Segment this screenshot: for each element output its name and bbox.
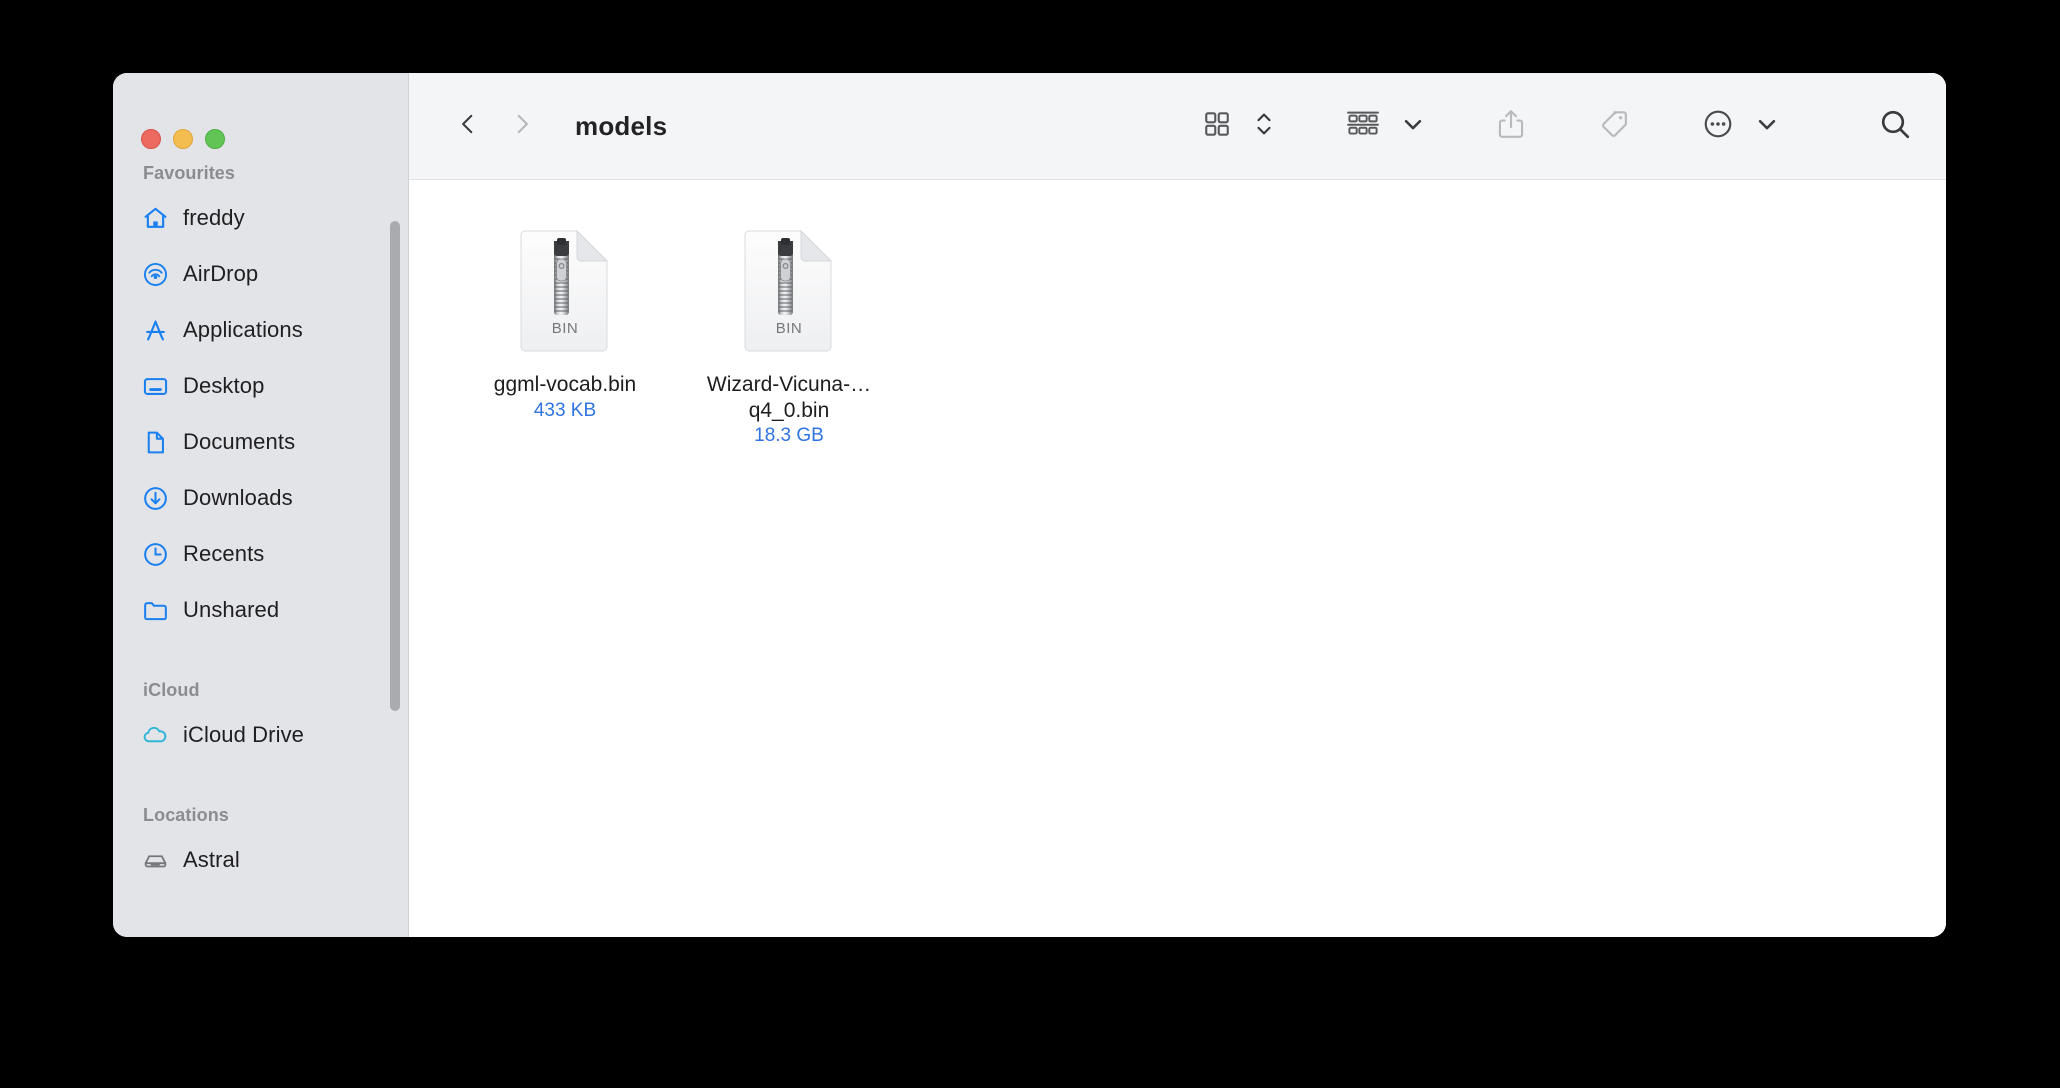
toolbar-left-group: models [441,99,667,153]
sidebar-item-label: Unshared [183,597,280,622]
sidebar-item-airdrop[interactable]: AirDrop [113,246,408,302]
toolbar-right-group [1196,98,1918,154]
sidebar-item-label: AirDrop [183,261,259,286]
sidebar-item-astral[interactable]: Astral [113,832,408,888]
sidebar-item-documents[interactable]: Documents [113,414,408,470]
maximize-button[interactable] [205,129,225,149]
view-grid-button[interactable] [1196,98,1238,154]
main-area: models BIN ggml-vocab.bin 433 KB BIN Wiz… [409,73,1946,937]
forward-button[interactable] [495,99,549,153]
sidebar-item-applications[interactable]: Applications [113,302,408,358]
back-button[interactable] [441,99,495,153]
chevron-left-icon [455,109,481,144]
sidebar-item-icloud-drive[interactable]: iCloud Drive [113,707,408,763]
sidebar-item-label: Downloads [183,485,293,510]
bin-file-icon: BIN [509,228,621,356]
sidebar-item-desktop[interactable]: Desktop [113,358,408,414]
file-item[interactable]: BIN ggml-vocab.bin 433 KB [453,220,677,447]
document-icon [141,428,169,456]
sidebar-item-label: Documents [183,429,296,454]
external-drive-icon [141,846,169,874]
sidebar-item-unshared[interactable]: Unshared [113,582,408,638]
bin-file-icon: BIN [733,228,845,356]
sidebar-section-icloud-title: iCloud [143,680,200,700]
cloud-icon [141,721,169,749]
group-by-chevron[interactable] [1396,98,1430,154]
sidebar-section-locations-title: Locations [143,805,229,825]
group-by-button[interactable] [1340,98,1386,154]
svg-text:BIN: BIN [552,320,579,337]
tag-icon [1598,108,1630,145]
sidebar-item-label: freddy [183,205,245,230]
share-button[interactable] [1490,98,1532,154]
sidebar-scroll-area: Favourites freddy AirDrop Applications D… [113,163,408,888]
applications-icon [141,316,169,344]
finder-window: Favourites freddy AirDrop Applications D… [113,73,1946,937]
sidebar-item-label: iCloud Drive [183,722,305,747]
folder-icon [141,596,169,624]
svg-text:BIN: BIN [776,320,803,337]
sidebar-item-label: Desktop [183,373,265,398]
file-size: 433 KB [533,399,597,421]
more-options-button[interactable] [1696,98,1740,154]
desktop-background: Favourites freddy AirDrop Applications D… [0,0,2060,1088]
file-name: ggml-vocab.bin [493,373,637,396]
sidebar-section-favourites-title: Favourites [143,163,236,183]
airdrop-icon [141,260,169,288]
window-controls [113,73,408,163]
sidebar-item-freddy[interactable]: freddy [113,190,408,246]
close-button[interactable] [141,129,161,149]
chevron-down-icon [1756,113,1778,140]
sidebar-item-label: Astral [183,847,240,872]
grid-view-icon [1202,109,1232,144]
clock-icon [141,540,169,568]
chevron-down-icon [1402,113,1424,140]
more-options-chevron[interactable] [1750,98,1784,154]
sidebar-scrollbar[interactable] [390,221,400,711]
chevron-up-down-icon [1254,108,1274,145]
sidebar-item-label: Recents [183,541,265,566]
chevron-right-icon [509,109,535,144]
group-by-icon [1346,109,1380,144]
house-icon [141,204,169,232]
file-name: Wizard-Vicuna-…q4_0.bin [706,373,872,422]
file-item[interactable]: BIN Wizard-Vicuna-…q4_0.bin 18.3 GB [677,220,901,447]
sidebar-item-downloads[interactable]: Downloads [113,470,408,526]
file-size: 18.3 GB [754,425,824,447]
sidebar: Favourites freddy AirDrop Applications D… [113,73,409,937]
file-grid: BIN ggml-vocab.bin 433 KB BIN Wizard-Vic… [409,180,1946,937]
search-button[interactable] [1872,98,1918,154]
desktop-icon [141,372,169,400]
download-circle-icon [141,484,169,512]
toolbar: models [409,73,1946,180]
search-icon [1878,107,1912,146]
view-stepper-button[interactable] [1248,98,1280,154]
tag-button[interactable] [1592,98,1636,154]
sidebar-item-label: Applications [183,317,303,342]
sidebar-item-recents[interactable]: Recents [113,526,408,582]
minimize-button[interactable] [173,129,193,149]
ellipsis-circle-icon [1702,108,1734,145]
page-title: models [575,110,668,141]
share-icon [1496,108,1526,145]
